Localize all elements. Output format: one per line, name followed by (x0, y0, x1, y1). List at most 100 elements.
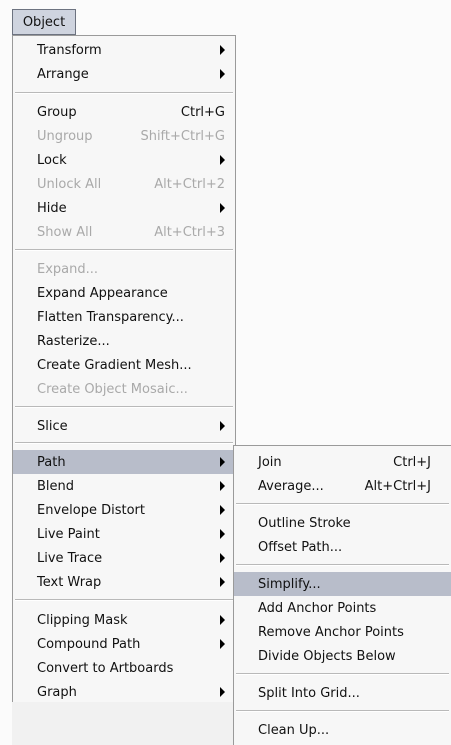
submenu-arrow-icon (220, 421, 225, 431)
submenu-item-label: Clean Up... (258, 722, 330, 738)
menu-item-rasterize[interactable]: Rasterize... (13, 329, 235, 353)
submenu-item-outline-stroke[interactable]: Outline Stroke (234, 511, 451, 535)
submenu-item-label: Join (258, 454, 282, 470)
menu-item-live-paint[interactable]: Live Paint (13, 522, 235, 546)
submenu-item-shortcut: Alt+Ctrl+J (364, 478, 431, 494)
menu-item-label: Create Object Mosaic... (37, 381, 188, 397)
menu-separator (15, 442, 233, 444)
menu-item-label: Live Trace (37, 550, 103, 566)
menu-item-lock[interactable]: Lock (13, 148, 235, 172)
submenu-item-split-into-grid[interactable]: Split Into Grid... (234, 681, 451, 705)
submenu-item-label: Offset Path... (258, 539, 343, 555)
submenu-arrow-icon (220, 529, 225, 539)
menu-item-expand-appearance[interactable]: Expand Appearance (13, 281, 235, 305)
menu-item-label: Slice (37, 418, 68, 434)
submenu-item-add-anchor-points[interactable]: Add Anchor Points (234, 596, 451, 620)
menu-item-expand[interactable]: Expand... (13, 257, 235, 281)
object-menu: Transform Arrange Group Ctrl+G Ungroup S… (12, 35, 236, 703)
menu-item-label: Path (37, 454, 66, 470)
menu-item-label: Clipping Mask (37, 612, 128, 628)
submenu-item-label: Add Anchor Points (258, 600, 377, 616)
menu-item-blend[interactable]: Blend (13, 474, 235, 498)
submenu-item-label: Split Into Grid... (258, 685, 360, 701)
submenu-arrow-icon (220, 505, 225, 515)
menu-item-clipping-mask[interactable]: Clipping Mask (13, 608, 235, 632)
menu-separator (15, 599, 233, 601)
menu-item-label: Rasterize... (37, 333, 110, 349)
menu-item-label: Lock (37, 152, 67, 168)
menu-item-text-wrap[interactable]: Text Wrap (13, 570, 235, 594)
menu-separator (15, 92, 233, 94)
menu-item-label: Blend (37, 478, 75, 494)
menu-item-group[interactable]: Group Ctrl+G (13, 100, 235, 124)
menu-item-label: Hide (37, 200, 67, 216)
submenu-item-label: Divide Objects Below (258, 648, 396, 664)
menu-item-label: Envelope Distort (37, 502, 145, 518)
menu-item-label: Expand Appearance (37, 285, 168, 301)
submenu-arrow-icon (220, 69, 225, 79)
menu-item-label: Create Gradient Mesh... (37, 357, 192, 373)
menu-item-shortcut: Alt+Ctrl+3 (154, 224, 225, 240)
submenu-arrow-icon (220, 639, 225, 649)
submenu-item-label: Outline Stroke (258, 515, 351, 531)
submenu-separator (236, 710, 449, 712)
menu-item-label: Compound Path (37, 636, 141, 652)
menu-item-label: Ungroup (37, 128, 93, 144)
submenu-item-remove-anchor-points[interactable]: Remove Anchor Points (234, 620, 451, 644)
submenu-item-shortcut: Ctrl+J (393, 454, 431, 470)
menu-item-convert-to-artboards[interactable]: Convert to Artboards (13, 656, 235, 680)
path-submenu: Join Ctrl+J Average... Alt+Ctrl+J Outlin… (233, 445, 451, 745)
menu-item-label: Flatten Transparency... (37, 309, 184, 325)
submenu-arrow-icon (220, 553, 225, 563)
menu-bottom-area (12, 702, 236, 745)
menu-item-label: Expand... (37, 261, 99, 277)
menu-item-shortcut: Alt+Ctrl+2 (154, 176, 225, 192)
menu-item-compound-path[interactable]: Compound Path (13, 632, 235, 656)
menu-item-label: Arrange (37, 66, 89, 82)
submenu-item-offset-path[interactable]: Offset Path... (234, 535, 451, 559)
menu-item-graph[interactable]: Graph (13, 680, 235, 704)
submenu-item-clean-up[interactable]: Clean Up... (234, 718, 451, 742)
submenu-item-divide-objects-below[interactable]: Divide Objects Below (234, 644, 451, 668)
menu-item-path[interactable]: Path (13, 450, 235, 474)
menu-item-create-object-mosaic[interactable]: Create Object Mosaic... (13, 377, 235, 401)
menu-item-show-all[interactable]: Show All Alt+Ctrl+3 (13, 220, 235, 244)
submenu-item-average[interactable]: Average... Alt+Ctrl+J (234, 474, 451, 498)
menu-item-hide[interactable]: Hide (13, 196, 235, 220)
submenu-item-join[interactable]: Join Ctrl+J (234, 450, 451, 474)
menu-item-label: Text Wrap (37, 574, 102, 590)
menu-item-label: Transform (37, 42, 102, 58)
submenu-item-label: Simplify... (258, 576, 321, 592)
submenu-item-label: Remove Anchor Points (258, 624, 404, 640)
submenu-item-simplify[interactable]: Simplify... (234, 572, 451, 596)
menu-separator (15, 249, 233, 251)
menu-item-create-gradient-mesh[interactable]: Create Gradient Mesh... (13, 353, 235, 377)
menu-item-shortcut: Shift+Ctrl+G (140, 128, 225, 144)
menu-bar: Object (0, 0, 451, 36)
submenu-arrow-icon (220, 457, 225, 467)
menu-item-shortcut: Ctrl+G (180, 104, 225, 120)
menu-item-label: Show All (37, 224, 93, 240)
submenu-item-label: Average... (258, 478, 324, 494)
menu-item-label: Convert to Artboards (37, 660, 174, 676)
menu-separator (15, 406, 233, 408)
menu-item-label: Live Paint (37, 526, 100, 542)
menu-item-label: Graph (37, 684, 77, 700)
menu-object[interactable]: Object (12, 9, 76, 35)
menu-item-label: Unlock All (37, 176, 102, 192)
menu-item-flatten-transparency[interactable]: Flatten Transparency... (13, 305, 235, 329)
submenu-arrow-icon (220, 155, 225, 165)
menu-object-label: Object (22, 14, 66, 30)
menu-item-envelope-distort[interactable]: Envelope Distort (13, 498, 235, 522)
submenu-arrow-icon (220, 687, 225, 697)
menu-item-slice[interactable]: Slice (13, 414, 235, 438)
menu-item-unlock-all[interactable]: Unlock All Alt+Ctrl+2 (13, 172, 235, 196)
menu-item-arrange[interactable]: Arrange (13, 62, 235, 86)
submenu-arrow-icon (220, 45, 225, 55)
menu-item-live-trace[interactable]: Live Trace (13, 546, 235, 570)
menu-item-ungroup[interactable]: Ungroup Shift+Ctrl+G (13, 124, 235, 148)
submenu-arrow-icon (220, 481, 225, 491)
submenu-arrow-icon (220, 203, 225, 213)
submenu-arrow-icon (220, 615, 225, 625)
menu-item-transform[interactable]: Transform (13, 38, 235, 62)
